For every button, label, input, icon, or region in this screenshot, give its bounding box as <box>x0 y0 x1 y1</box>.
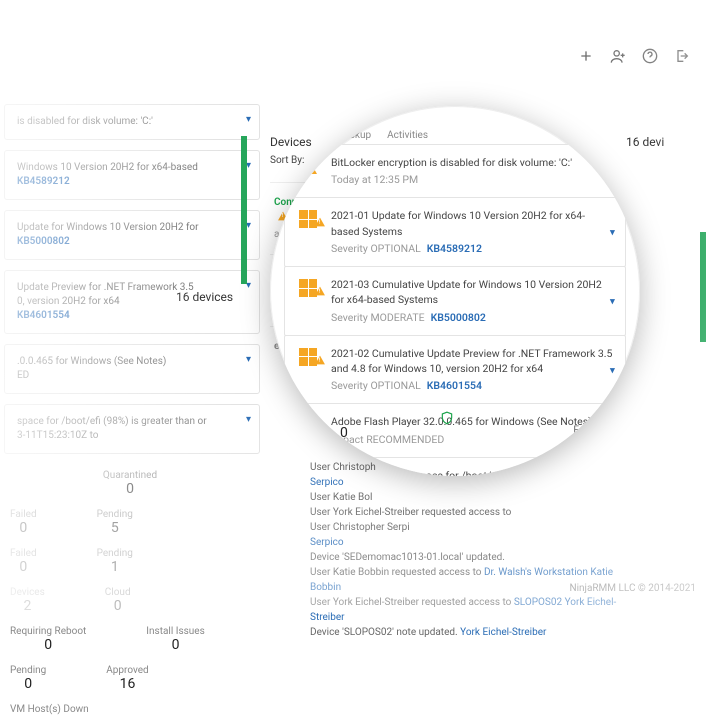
activity-link[interactable]: York Eichel-Streiber <box>460 627 546 638</box>
stat-label: Failed <box>573 425 600 436</box>
stat-label: Requiring Reboot <box>10 626 86 637</box>
left-card[interactable]: is disabled for disk volume: 'C:' ▾ <box>4 104 260 140</box>
left-card[interactable]: Update for Windows 10 Version 20H2 for K… <box>4 210 260 260</box>
activity-line: User Katie Bobbin requested access to <box>310 567 484 578</box>
chevron-down-icon[interactable]: ▾ <box>610 293 615 308</box>
alert-card[interactable]: BitLocker encryption is disabled for dis… <box>284 144 626 198</box>
left-card-text: 3-11T15:23:10Z to <box>17 430 99 441</box>
left-card-text: Update Preview for .NET Framework 3.5 <box>17 282 194 293</box>
activity-line: User Christopher Serpi <box>310 522 410 533</box>
stat-label: Pending <box>10 665 46 676</box>
alert-card[interactable]: 2021-02 Cumulative Update Preview for .N… <box>284 335 626 405</box>
alert-title: Disk Volume Free space for /boot/efi (98… <box>331 468 613 476</box>
chevron-down-icon: ▾ <box>246 413 251 427</box>
kb-link[interactable]: KB4601554 <box>427 379 482 392</box>
left-card-text: Update for Windows 10 Version 20H2 for <box>17 222 199 233</box>
alert-severity: Severity OPTIONAL <box>331 379 421 392</box>
right-panel-edge: 16 devi <box>626 135 696 149</box>
stat-label: Quarantined <box>103 470 157 481</box>
left-card-text: is disabled for disk volume: 'C:' <box>17 116 153 127</box>
left-alert-panel: is disabled for disk volume: 'C:' ▾ Wind… <box>0 100 260 721</box>
chevron-down-icon[interactable]: ▾ <box>610 164 615 179</box>
warning-icon <box>297 468 319 476</box>
stat-value: 5 <box>97 520 133 536</box>
device-count-partial: 16 devi <box>626 135 664 149</box>
stat-label: VM Host(s) Down <box>10 704 89 715</box>
stat-label: Approved <box>106 665 148 676</box>
kb-link[interactable]: KB5000802 <box>431 311 486 324</box>
alert-card[interactable]: 2021-01 Update for Windows 10 Version 20… <box>284 197 626 267</box>
activity-line: User Katie Bol <box>310 492 372 503</box>
alert-severity: Severity MODERATE <box>331 311 425 324</box>
left-card[interactable]: Windows 10 Version 20H2 for x64-based KB… <box>4 150 260 200</box>
left-card-text: space for /boot/efi (98%) is greater tha… <box>17 416 207 427</box>
alert-meta: Today at 12:35 PM <box>331 172 613 187</box>
alert-title: 2021-02 Cumulative Update Preview for .N… <box>331 346 613 376</box>
stat-value: 16 <box>106 676 148 692</box>
health-bar <box>700 232 706 342</box>
alert-title: 2021-03 Cumulative Update for Windows 10… <box>331 277 613 307</box>
stat-label: Failed <box>10 548 37 559</box>
stat-value: 0 <box>340 425 348 441</box>
tab-activities[interactable]: Activities <box>387 130 428 141</box>
activity-line: Device 'SEDemomac1013-01.local' updated. <box>310 552 505 563</box>
app-icon <box>297 414 319 436</box>
magnifier-overlay: Backup Activities BitLocker encryption i… <box>270 106 640 476</box>
stat-value: 0 <box>10 676 46 692</box>
chevron-down-icon[interactable]: ▾ <box>610 362 615 377</box>
kb-link[interactable]: KB4601554 <box>17 310 70 321</box>
left-card[interactable]: .0.0.465 for Windows (See Notes) ED ▾ <box>4 344 260 394</box>
add-icon[interactable] <box>578 48 594 67</box>
health-bar <box>241 136 247 284</box>
stat-value: 1 <box>97 559 133 575</box>
warning-icon <box>311 214 329 230</box>
activity-feed: User Christoph Serpico User Katie Bol Us… <box>310 460 640 640</box>
activity-line: User York Eichel-Streiber requested acce… <box>310 597 514 608</box>
logout-icon[interactable] <box>674 48 690 67</box>
alert-severity: Severity OPTIONAL <box>331 242 421 255</box>
add-user-icon[interactable] <box>610 48 626 67</box>
warning-icon <box>297 155 319 177</box>
activity-line: User York Eichel-Streiber requested acce… <box>310 507 511 518</box>
left-card[interactable]: space for /boot/efi (98%) is greater tha… <box>4 404 260 454</box>
stat-value: 0 <box>10 559 37 575</box>
warning-icon <box>311 352 329 368</box>
stat-label: Pending <box>97 548 133 559</box>
chevron-down-icon: ▾ <box>246 113 251 127</box>
alert-card[interactable]: Disk Volume Free space for /boot/efi (98… <box>284 457 626 476</box>
left-card-text: ED <box>17 370 29 381</box>
alert-title: BitLocker encryption is disabled for dis… <box>331 155 613 170</box>
stat-label: Devices <box>10 587 45 598</box>
alert-title: 2021-01 Update for Windows 10 Version 20… <box>331 208 613 238</box>
stat-label: Install Issues <box>146 626 204 637</box>
chevron-down-icon: ▾ <box>246 353 251 367</box>
left-card-text: Windows 10 Version 20H2 for x64-based <box>17 162 198 173</box>
stat-value: 0 <box>146 637 204 653</box>
stat-value: 0 <box>103 481 157 497</box>
chevron-down-icon[interactable]: ▾ <box>610 423 615 438</box>
footer-copyright: NinjaRMM LLC © 2014-2021 <box>569 583 696 594</box>
stat-label: Failed <box>10 509 37 520</box>
stat-value: 0 <box>573 436 600 452</box>
activity-line: Device 'SLOPOS02' note updated. <box>310 627 460 638</box>
help-icon[interactable] <box>642 48 658 67</box>
chevron-down-icon[interactable]: ▾ <box>610 225 615 240</box>
kb-link[interactable]: KB4589212 <box>427 242 482 255</box>
stat-label: Cloud <box>105 587 131 598</box>
stat-label: Pending <box>97 509 133 520</box>
left-card-text: .0.0.465 for Windows (See Notes) <box>17 356 166 367</box>
warning-icon <box>311 283 329 299</box>
kb-link[interactable]: KB4589212 <box>17 176 70 187</box>
kb-link[interactable]: KB5000802 <box>17 236 70 247</box>
stat-value: 0 <box>10 637 86 653</box>
left-card-text: 0, version 20H2 for x64 <box>17 296 120 307</box>
activity-link[interactable]: Serpico <box>310 477 344 488</box>
device-count: 16 devices <box>176 290 233 304</box>
tab-backup[interactable]: Backup <box>338 130 371 141</box>
stat-value: 0 <box>10 520 37 536</box>
alert-card[interactable]: 2021-03 Cumulative Update for Windows 10… <box>284 266 626 336</box>
activity-link[interactable]: Serpico <box>310 537 344 548</box>
